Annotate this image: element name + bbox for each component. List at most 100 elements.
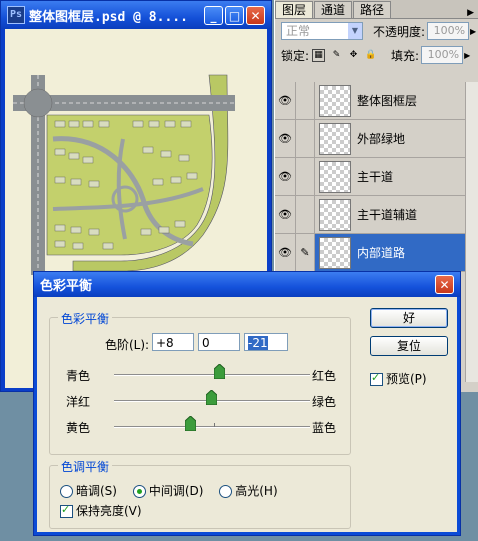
layer-name: 外部绿地	[357, 132, 406, 146]
tone-balance-group-title: 色调平衡	[58, 458, 113, 475]
photoshop-icon: Ps	[7, 6, 25, 24]
layer-name: 整体图框层	[357, 94, 418, 108]
tab-channels[interactable]: 通道	[314, 1, 353, 18]
document-titlebar[interactable]: Ps 整体图框层.psd @ 8.... _ □ ✕	[1, 1, 271, 29]
link-slot[interactable]	[296, 82, 315, 119]
opacity-arrow-icon[interactable]: ▶	[470, 27, 476, 36]
layer-row[interactable]: 👁 主干道辅道	[275, 196, 467, 234]
eye-icon[interactable]: 👁	[275, 82, 296, 119]
level-yellow-blue-field[interactable]: -21	[244, 333, 288, 351]
layer-thumbnail	[319, 198, 351, 231]
yellow-label: 黄色	[66, 421, 91, 435]
blend-mode-value: 正常	[286, 24, 311, 38]
layer-name: 主干道辅道	[357, 208, 418, 222]
document-title: 整体图框层.psd @ 8....	[29, 9, 188, 25]
layer-row[interactable]: 👁 外部绿地	[275, 120, 467, 158]
dialog-title: 色彩平衡	[40, 279, 93, 294]
layer-thumbnail	[319, 160, 351, 193]
eye-icon[interactable]: 👁	[275, 234, 296, 271]
tone-radio-row: 暗调(S) 中间调(D) 高光(H)	[60, 482, 278, 499]
lock-move-icon[interactable]: ✥	[348, 50, 359, 61]
dialog-close-button[interactable]: ✕	[435, 275, 454, 294]
chevron-down-icon: ▼	[348, 23, 362, 39]
site-plan-image	[13, 74, 235, 275]
slider-track	[114, 374, 310, 376]
layer-row-selected[interactable]: 👁 ✎ 内部道路	[275, 234, 467, 272]
fill-arrow-icon[interactable]: ▶	[464, 51, 470, 60]
checkbox-checked-icon	[60, 503, 73, 518]
opacity-label: 不透明度:	[373, 24, 426, 39]
layer-thumbnail	[319, 84, 351, 117]
panel-menu-icon[interactable]: ▶	[467, 8, 474, 18]
minimize-button[interactable]: _	[204, 5, 223, 25]
slider-track	[114, 426, 310, 428]
shadows-label: 暗调(S)	[76, 484, 117, 498]
lock-all-icon[interactable]: 🔒	[365, 50, 376, 61]
yellow-blue-slider[interactable]: 黄色 蓝色	[66, 416, 336, 437]
magenta-green-slider[interactable]: 洋红 绿色	[66, 390, 336, 411]
color-balance-group-title: 色彩平衡	[58, 310, 113, 327]
link-slot[interactable]	[296, 120, 315, 157]
fill-field[interactable]: 100%	[421, 46, 464, 64]
level-cyan-red-field[interactable]: +8	[152, 333, 194, 351]
fill-label: 填充:	[391, 48, 420, 63]
levels-label: 色阶(L):	[105, 338, 150, 352]
layer-list: 👁 整体图框层 👁 外部绿地 👁 主干道 👁 主干道辅道 👁 ✎ 内部道路	[275, 82, 467, 272]
tone-balance-group: 色调平衡 暗调(S) 中间调(D) 高光(H) 保持亮度(V)	[49, 458, 351, 529]
tab-layers[interactable]: 图层	[275, 1, 314, 18]
highlights-label: 高光(H)	[235, 484, 278, 498]
green-label: 绿色	[311, 395, 336, 409]
link-slot[interactable]	[296, 196, 315, 233]
slider-center-tick	[214, 423, 215, 427]
magenta-label: 洋红	[66, 395, 91, 409]
cyan-red-slider[interactable]: 青色 红色	[66, 364, 336, 385]
layer-name: 内部道路	[357, 246, 406, 260]
dialog-titlebar[interactable]: 色彩平衡 ✕	[34, 272, 460, 297]
level-magenta-green-field[interactable]: 0	[198, 333, 240, 351]
lock-transparency-icon[interactable]: ▦	[312, 48, 326, 62]
lock-label: 锁定:	[281, 48, 310, 63]
color-balance-group: 色彩平衡 色阶(L): +8 0 -21 青色 红色 洋红 绿色 黄色 蓝色	[49, 310, 351, 455]
eye-icon[interactable]: 👁	[275, 158, 296, 195]
link-slot[interactable]	[296, 158, 315, 195]
maximize-button[interactable]: □	[225, 5, 244, 25]
close-button[interactable]: ✕	[246, 5, 265, 25]
lock-row: 锁定: ▦ ✎ ✥ 🔒 填充: 100% ▶	[275, 43, 478, 67]
preserve-luminosity-checkbox[interactable]: 保持亮度(V)	[60, 502, 142, 519]
layer-row[interactable]: 👁 整体图框层	[275, 82, 467, 120]
slider-thumb[interactable]	[185, 416, 197, 431]
tab-paths[interactable]: 路径	[353, 1, 392, 18]
preserve-luminosity-label: 保持亮度(V)	[76, 504, 142, 518]
layer-row[interactable]: 👁 主干道	[275, 158, 467, 196]
checkbox-checked-icon	[370, 371, 383, 386]
preview-checkbox[interactable]: 预览(P)	[370, 370, 427, 387]
color-balance-dialog: 色彩平衡 ✕ 色彩平衡 色阶(L): +8 0 -21 青色 红色 洋红 绿色	[33, 271, 461, 536]
highlights-radio[interactable]: 高光(H)	[219, 484, 278, 498]
lock-brush-icon[interactable]: ✎	[331, 50, 342, 61]
layer-thumbnail	[319, 236, 351, 269]
blend-row: 正常 ▼ 不透明度: 100% ▶	[275, 19, 478, 43]
radio-icon	[60, 485, 73, 498]
eye-icon[interactable]: 👁	[275, 120, 296, 157]
panel-tabs: 图层 通道 路径 ▶	[275, 0, 478, 19]
level-yellow-blue-value: -21	[248, 336, 268, 350]
slider-thumb[interactable]	[206, 390, 217, 405]
eye-icon[interactable]: 👁	[275, 196, 296, 233]
dialog-body: 色彩平衡 色阶(L): +8 0 -21 青色 红色 洋红 绿色 黄色 蓝色 色…	[37, 297, 457, 532]
shadows-radio[interactable]: 暗调(S)	[60, 484, 117, 498]
layers-scrollbar[interactable]	[465, 82, 478, 382]
blend-mode-select[interactable]: 正常 ▼	[281, 22, 363, 40]
ok-button[interactable]: 好	[370, 308, 448, 328]
layer-thumbnail	[319, 122, 351, 155]
slider-thumb[interactable]	[213, 364, 225, 379]
layer-name: 主干道	[357, 170, 394, 184]
opacity-field[interactable]: 100%	[427, 22, 470, 40]
brush-icon[interactable]: ✎	[296, 234, 315, 271]
reset-button[interactable]: 复位	[370, 336, 448, 356]
cyan-label: 青色	[66, 369, 91, 383]
red-label: 红色	[311, 369, 336, 383]
blue-label: 蓝色	[311, 421, 336, 435]
midtones-radio[interactable]: 中间调(D)	[132, 484, 203, 498]
preview-label: 预览(P)	[386, 372, 427, 386]
radio-selected-icon	[132, 485, 146, 498]
